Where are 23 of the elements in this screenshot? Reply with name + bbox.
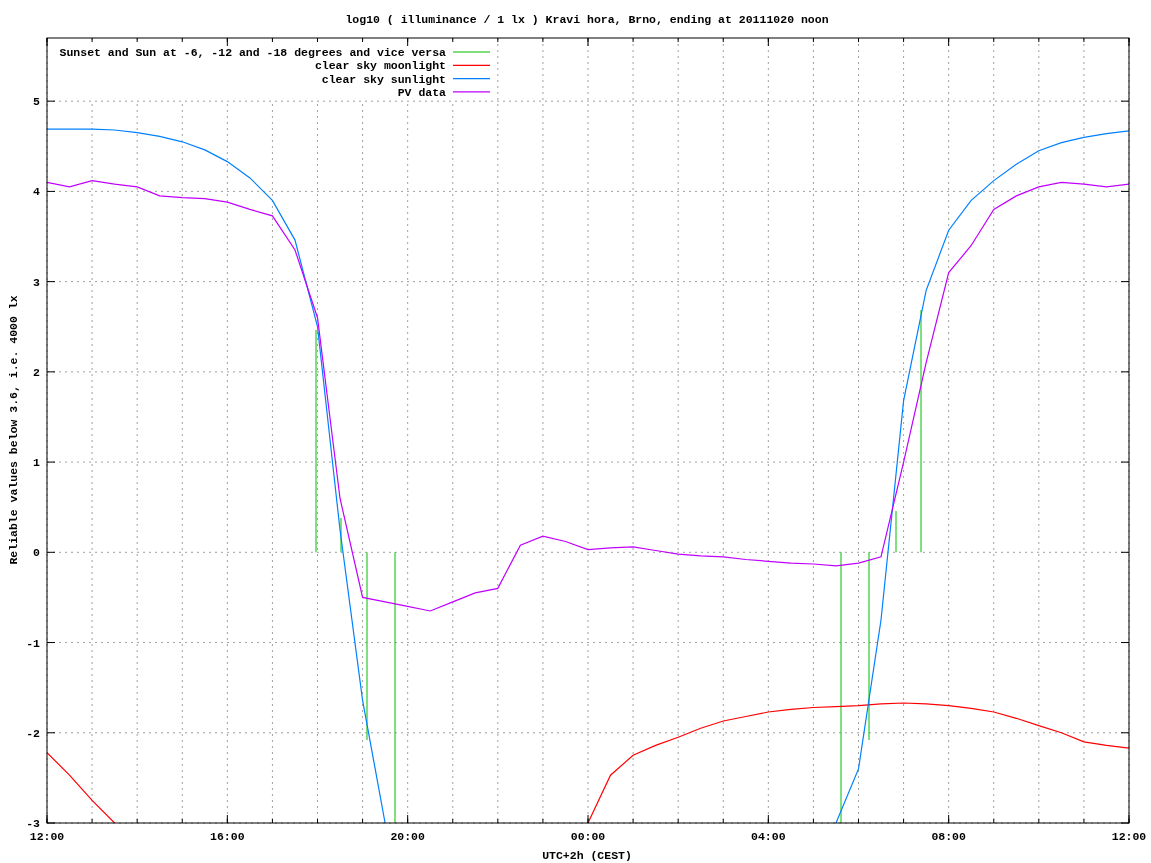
- tick-label: 20:00: [390, 830, 425, 843]
- legend-label: PV data: [397, 85, 446, 99]
- tick-label: 0: [33, 546, 40, 560]
- legend-label: clear sky moonlight: [314, 59, 446, 73]
- tick-label: 08:00: [931, 830, 966, 843]
- tick-label: -2: [26, 726, 40, 740]
- y-axis-label: Reliable values below 3.6, i.e. 4000 lx: [7, 295, 20, 565]
- legend-label: clear sky sunlight: [321, 72, 446, 86]
- legend-label: Sunset and Sun at -6, -12 and -18 degrees and vice versa: [59, 46, 446, 59]
- tick-label: 3: [33, 275, 40, 289]
- tick-label: 12:00: [29, 830, 65, 843]
- tick-label: 12:00: [1111, 830, 1147, 843]
- tick-label: 16:00: [210, 830, 245, 843]
- tick-label: 5: [33, 95, 40, 109]
- tick-label: 00:00: [570, 830, 606, 843]
- tick-label: 2: [33, 365, 40, 379]
- chart-title: log10 ( illuminance / 1 lx ) Kravi hora, Brno, ending at 20111020 noon: [345, 13, 829, 26]
- x-axis-label: UTC+2h (CEST): [542, 849, 632, 862]
- tick-label: -1: [26, 636, 40, 650]
- tick-label: 04:00: [751, 830, 786, 843]
- tick-label: -3: [26, 817, 40, 830]
- tick-label: 4: [33, 185, 40, 199]
- tick-label: 1: [33, 456, 40, 470]
